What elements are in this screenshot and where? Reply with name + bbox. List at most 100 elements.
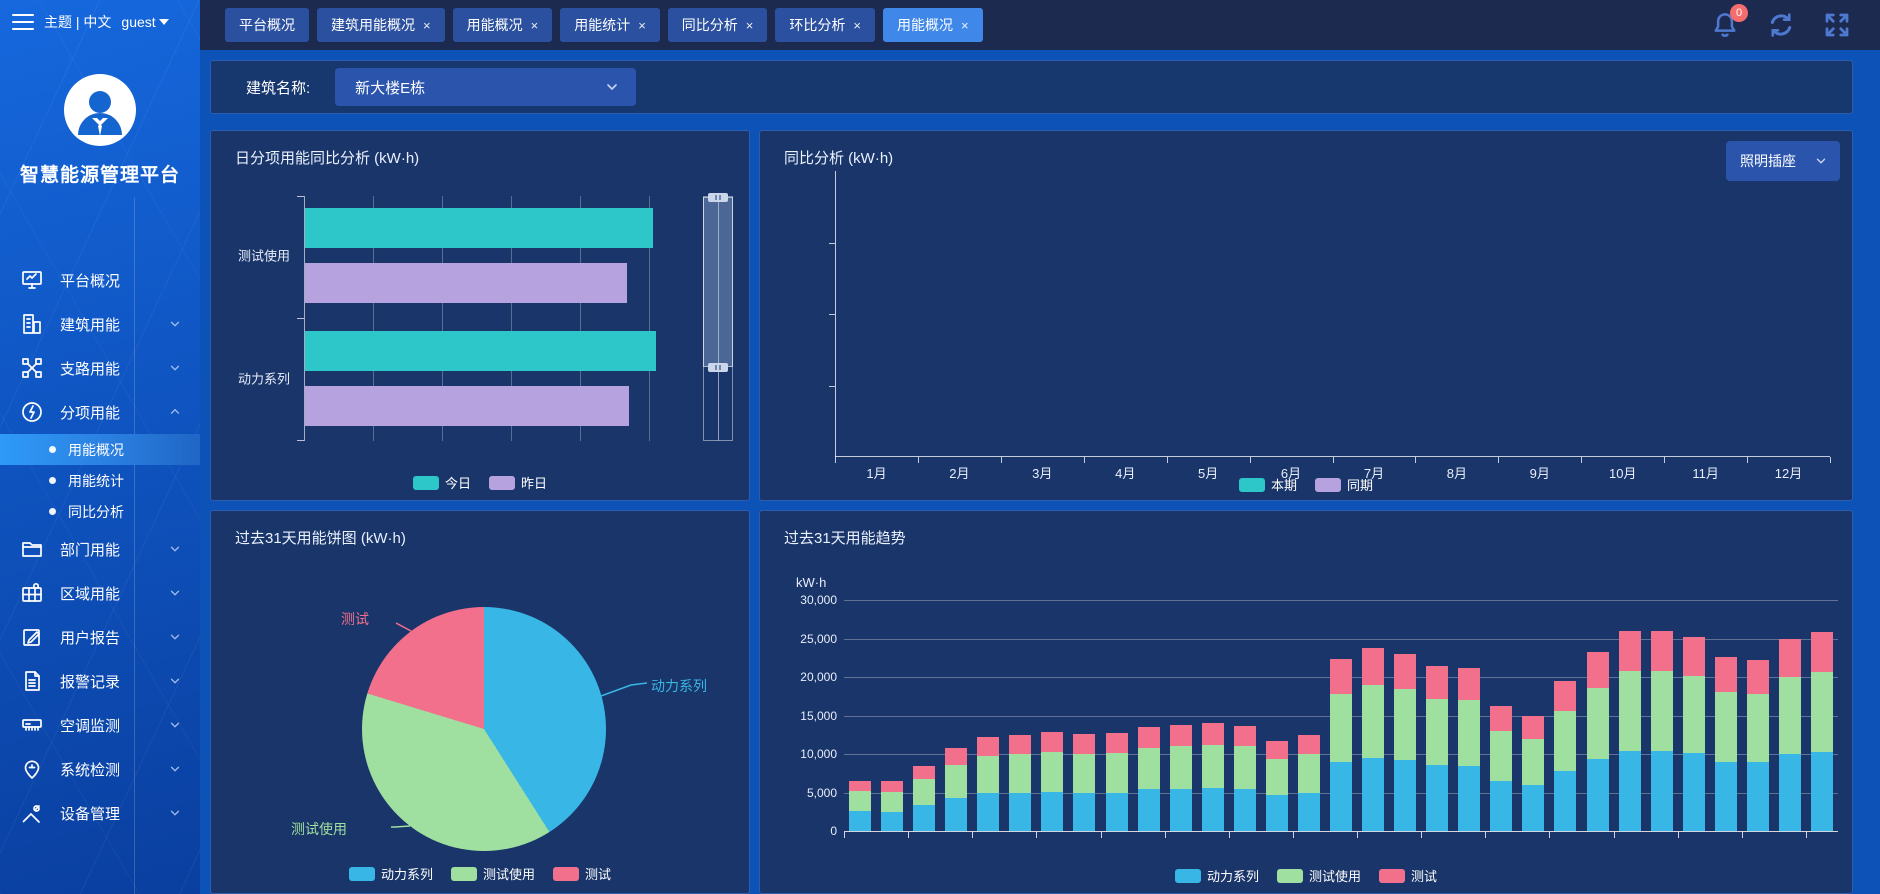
ac-icon bbox=[20, 713, 44, 737]
tab-用能概况[interactable]: 用能概况× bbox=[883, 8, 983, 42]
refresh-icon[interactable] bbox=[1766, 10, 1796, 40]
bar-segment-测试使用 bbox=[1041, 752, 1063, 791]
bar-segment-测试 bbox=[1683, 637, 1705, 676]
bar-segment-测试 bbox=[1715, 657, 1737, 692]
sidebar-item-空调监测[interactable]: 空调监测 bbox=[0, 703, 200, 747]
bar-segment-测试使用 bbox=[1009, 754, 1031, 793]
legend-item-动力系列[interactable]: 动力系列 bbox=[1175, 866, 1259, 885]
bar-segment-测试 bbox=[1362, 648, 1384, 685]
document-icon bbox=[20, 669, 44, 693]
legend-item-测试[interactable]: 测试 bbox=[1379, 866, 1437, 885]
bar-segment-动力系列 bbox=[1138, 789, 1160, 831]
close-icon[interactable]: × bbox=[746, 18, 754, 33]
legend-item-同期[interactable]: 同期 bbox=[1315, 475, 1373, 494]
datazoom-slider[interactable] bbox=[703, 196, 733, 441]
theme-language-switch[interactable]: 主题 | 中文 bbox=[44, 12, 111, 32]
sidebar-item-区域用能[interactable]: 区域用能 bbox=[0, 571, 200, 615]
bar-segment-测试使用 bbox=[1683, 676, 1705, 753]
sidebar-subitem-用能概况[interactable]: 用能概况 bbox=[0, 434, 200, 465]
legend-item-测试使用[interactable]: 测试使用 bbox=[1277, 866, 1361, 885]
tab-用能概况[interactable]: 用能概况× bbox=[453, 8, 553, 42]
bar-segment-测试使用 bbox=[1234, 746, 1256, 788]
tab-平台概况[interactable]: 平台概况 bbox=[225, 8, 309, 42]
stacked-bar-6-25 bbox=[1266, 741, 1288, 831]
tab-同比分析[interactable]: 同比分析× bbox=[668, 8, 768, 42]
tab-环比分析[interactable]: 环比分析 × bbox=[775, 8, 875, 42]
bar-segment-测试使用 bbox=[1330, 694, 1352, 763]
bar-segment-测试 bbox=[1651, 631, 1673, 671]
bar-segment-动力系列 bbox=[1073, 793, 1095, 832]
legend-item-测试使用[interactable]: 测试使用 bbox=[451, 864, 535, 883]
close-icon[interactable]: × bbox=[638, 18, 646, 33]
datazoom-handle-top[interactable] bbox=[708, 193, 728, 202]
category-select-value: 照明插座 bbox=[1740, 151, 1796, 171]
notification-bell-icon[interactable]: 0 bbox=[1710, 10, 1740, 40]
close-icon[interactable]: × bbox=[961, 18, 969, 33]
bar-segment-动力系列 bbox=[1009, 793, 1031, 832]
bar-segment-测试 bbox=[1073, 734, 1095, 754]
tab-用能统计[interactable]: 用能统计× bbox=[560, 8, 660, 42]
sidebar-item-报警记录[interactable]: 报警记录 bbox=[0, 659, 200, 703]
bar-segment-测试 bbox=[1170, 725, 1192, 746]
bar-segment-动力系列 bbox=[945, 798, 967, 831]
fullscreen-icon[interactable] bbox=[1822, 10, 1852, 40]
sidebar-item-部门用能[interactable]: 部门用能 bbox=[0, 527, 200, 571]
datazoom-handle-bottom[interactable] bbox=[708, 363, 728, 372]
sidebar-item-分项用能[interactable]: 分项用能 bbox=[0, 390, 200, 434]
legend-item-测试[interactable]: 测试 bbox=[553, 864, 611, 883]
stacked-bar-6-19 bbox=[1073, 734, 1095, 831]
stacked-bar-6-17 bbox=[1009, 735, 1031, 831]
bar-segment-动力系列 bbox=[1234, 789, 1256, 831]
bar-segment-动力系列 bbox=[1266, 795, 1288, 831]
close-icon[interactable]: × bbox=[531, 18, 539, 33]
sidebar-subitem-用能统计[interactable]: 用能统计 bbox=[0, 465, 200, 496]
sidebar-item-label: 支路用能 bbox=[60, 358, 168, 379]
stacked-bar-7-7 bbox=[1651, 631, 1673, 831]
sidebar-item-平台概况[interactable]: 平台概况 bbox=[0, 258, 200, 302]
sidebar-item-用户报告[interactable]: 用户报告 bbox=[0, 615, 200, 659]
sidebar-item-系统检测[interactable]: 系统检测 bbox=[0, 747, 200, 791]
legend-item-今日[interactable]: 今日 bbox=[413, 473, 471, 492]
bar-segment-动力系列 bbox=[881, 812, 903, 831]
building-select[interactable]: 新大楼E栋 bbox=[335, 68, 636, 106]
panel-title: 日分项用能同比分析 (kW·h) bbox=[235, 147, 419, 168]
bar-segment-测试使用 bbox=[1298, 754, 1320, 793]
sidebar-item-设备管理[interactable]: 设备管理 bbox=[0, 791, 200, 835]
bar-动力系列-今日 bbox=[305, 331, 656, 371]
legend-label: 今日 bbox=[445, 473, 471, 492]
y-tick-label: 0 bbox=[830, 824, 837, 838]
close-icon[interactable]: × bbox=[423, 18, 431, 33]
chevron-down-icon bbox=[604, 79, 620, 95]
tab-label: 环比分析 bbox=[789, 15, 845, 35]
bar-segment-测试 bbox=[1619, 631, 1641, 671]
legend-swatch bbox=[349, 867, 375, 881]
sidebar-item-建筑用能[interactable]: 建筑用能 bbox=[0, 302, 200, 346]
datazoom-selected-range[interactable] bbox=[703, 197, 733, 367]
sidebar-item-支路用能[interactable]: 支路用能 bbox=[0, 346, 200, 390]
sidebar-subitem-同比分析[interactable]: 同比分析 bbox=[0, 496, 200, 527]
legend-item-动力系列[interactable]: 动力系列 bbox=[349, 864, 433, 883]
stacked-bar-7-8 bbox=[1683, 637, 1705, 831]
chevron-down-icon bbox=[168, 630, 182, 644]
bar-segment-测试 bbox=[849, 781, 871, 791]
legend-label: 动力系列 bbox=[381, 864, 433, 883]
avatar bbox=[64, 74, 136, 146]
bar-segment-测试 bbox=[1041, 732, 1063, 752]
bar-segment-测试使用 bbox=[945, 765, 967, 798]
sidebar-top: 主题 | 中文 guest bbox=[0, 0, 200, 44]
tab-建筑用能概况[interactable]: 建筑用能概况× bbox=[317, 8, 445, 42]
bar-segment-测试使用 bbox=[1202, 745, 1224, 788]
hamburger-menu-icon[interactable] bbox=[10, 11, 36, 33]
close-icon[interactable]: × bbox=[853, 18, 861, 33]
bar-segment-动力系列 bbox=[1298, 793, 1320, 832]
pin-icon bbox=[20, 757, 44, 781]
platform-title: 智慧能源管理平台 bbox=[0, 160, 200, 187]
bar-segment-测试使用 bbox=[977, 756, 999, 794]
legend-swatch bbox=[413, 476, 439, 490]
bar-segment-动力系列 bbox=[1619, 751, 1641, 831]
user-menu[interactable]: guest bbox=[121, 14, 168, 30]
legend-item-昨日[interactable]: 昨日 bbox=[489, 473, 547, 492]
legend-item-本期[interactable]: 本期 bbox=[1239, 475, 1297, 494]
folder-icon bbox=[20, 537, 44, 561]
bar-segment-动力系列 bbox=[1587, 759, 1609, 831]
